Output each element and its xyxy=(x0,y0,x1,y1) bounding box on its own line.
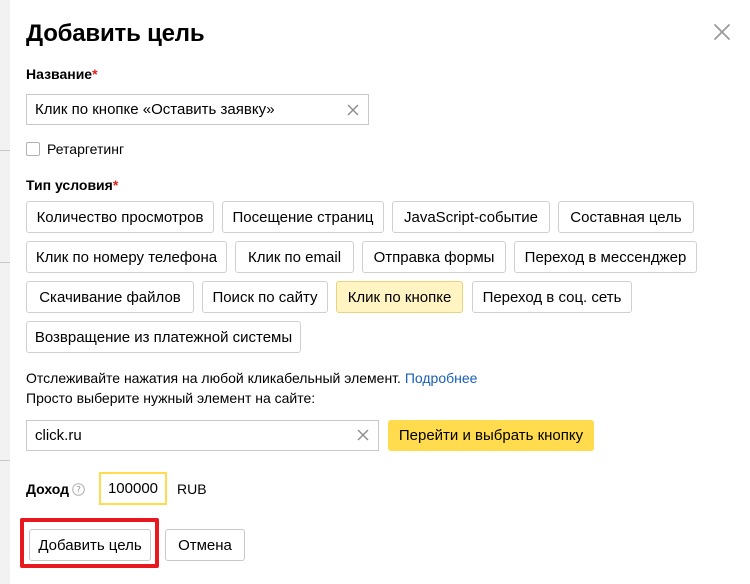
add-goal-button[interactable]: Добавить цель xyxy=(29,529,151,561)
goal-name-input[interactable]: Клик по кнопке «Оставить заявку» xyxy=(26,94,369,125)
chip-button-click[interactable]: Клик по кнопке xyxy=(336,281,463,313)
go-and-select-button[interactable]: Перейти и выбрать кнопку xyxy=(388,420,594,451)
chip-pageviews[interactable]: Количество просмотров xyxy=(26,201,214,233)
chip-form-submit[interactable]: Отправка формы xyxy=(362,241,506,273)
site-url-input[interactable]: click.ru xyxy=(26,420,379,451)
chip-composite-goal[interactable]: Составная цель xyxy=(558,201,694,233)
condition-type-label-text: Тип условия xyxy=(26,177,113,193)
required-mark: * xyxy=(92,66,98,82)
more-link[interactable]: Подробнее xyxy=(405,370,478,386)
condition-type-label: Тип условия* xyxy=(26,177,118,193)
income-input[interactable]: 100000 xyxy=(99,472,167,505)
background-divider xyxy=(0,262,10,263)
background-divider xyxy=(0,150,10,151)
name-label-text: Название xyxy=(26,66,93,82)
income-value: 100000 xyxy=(107,480,159,497)
clear-icon[interactable] xyxy=(356,428,370,442)
chip-email-click[interactable]: Клик по email xyxy=(235,241,354,273)
svg-text:?: ? xyxy=(76,486,81,496)
required-mark: * xyxy=(112,177,119,193)
chip-phone-click[interactable]: Клик по номеру телефона xyxy=(26,241,227,273)
background-divider xyxy=(0,460,10,461)
hint-line-1: Отслеживайте нажатия на любой кликабельн… xyxy=(26,370,477,386)
chip-site-search[interactable]: Поиск по сайту xyxy=(202,281,328,313)
income-label: Доход xyxy=(26,481,70,497)
chip-file-download[interactable]: Скачивание файлов xyxy=(26,281,194,313)
currency-label: RUB xyxy=(177,481,207,497)
name-label: Название* xyxy=(26,66,98,82)
hint-line-2: Просто выберите нужный элемент на сайте: xyxy=(26,390,316,406)
retargeting-checkbox[interactable] xyxy=(26,142,40,156)
hint-text: Отслеживайте нажатия на любой кликабельн… xyxy=(26,370,401,386)
dialog-title: Добавить цель xyxy=(26,20,205,47)
clear-icon[interactable] xyxy=(346,103,360,117)
chip-page-visits[interactable]: Посещение страниц xyxy=(222,201,384,233)
retargeting-label: Ретаргетинг xyxy=(47,141,125,157)
add-goal-dialog: Добавить цель Название* Клик по кнопке «… xyxy=(10,0,750,584)
chip-payment-return[interactable]: Возвращение из платежной системы xyxy=(26,321,301,353)
chip-javascript-event[interactable]: JavaScript-событие xyxy=(392,201,550,233)
chip-social-network[interactable]: Переход в соц. сеть xyxy=(472,281,632,313)
goal-name-value: Клик по кнопке «Оставить заявку» xyxy=(35,101,275,118)
help-icon[interactable]: ? xyxy=(72,483,85,496)
cancel-button[interactable]: Отмена xyxy=(165,529,245,561)
chip-messenger[interactable]: Переход в мессенджер xyxy=(514,241,697,273)
site-url-value: click.ru xyxy=(35,427,82,444)
close-icon[interactable] xyxy=(710,20,734,44)
